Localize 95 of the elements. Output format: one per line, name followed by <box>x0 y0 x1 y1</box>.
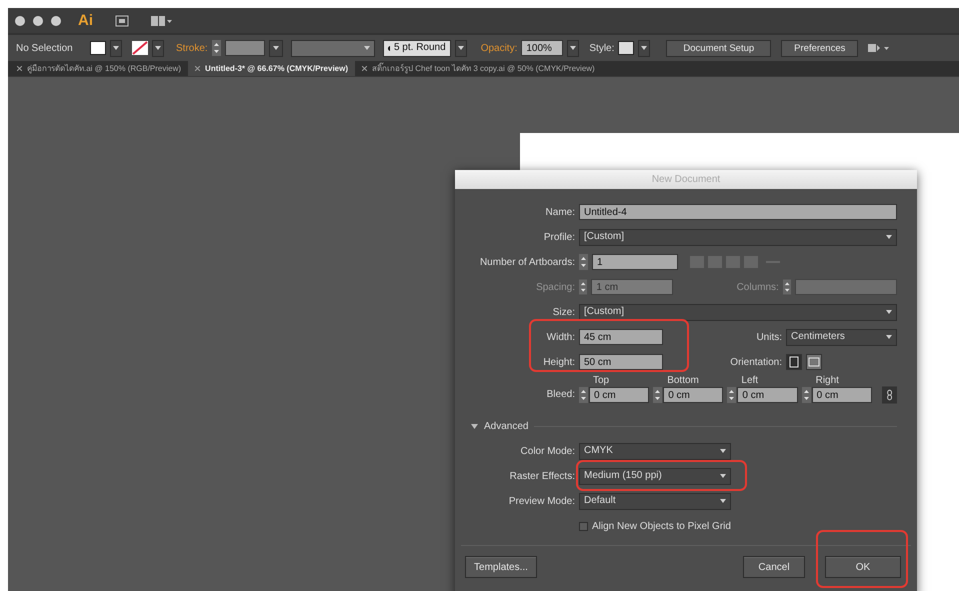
spacing-label: Spacing: <box>535 282 575 292</box>
orientation-label: Orientation: <box>729 356 782 368</box>
bleed-side-label: Top <box>592 375 610 386</box>
bleed-field[interactable]: 0 cm <box>663 387 724 403</box>
stroke-label[interactable]: Stroke: <box>176 42 208 54</box>
templates-button[interactable]: Templates... <box>465 556 537 578</box>
align-grid-label: Align New Objects to Pixel Grid <box>592 520 731 532</box>
spinner-icon[interactable] <box>653 387 662 403</box>
select-dropdown[interactable]: CMYK <box>579 442 731 460</box>
caret-icon <box>720 474 726 478</box>
app-logo: Ai <box>78 12 93 29</box>
close-icon[interactable] <box>362 66 367 71</box>
caret-icon <box>886 310 892 314</box>
window-controls-icon[interactable] <box>14 14 64 26</box>
arrange-icon[interactable] <box>868 42 890 54</box>
size-dropdown[interactable]: [Custom] <box>579 304 897 320</box>
document-tab[interactable]: สติ๊กเกอร์รูป Chef toon ไดคัท 3 copy.ai @ 50% (CMYK/Preview) <box>355 61 602 76</box>
width-field[interactable]: 45 cm <box>579 329 663 345</box>
fill-swatch[interactable] <box>90 41 106 55</box>
select-label: Raster Effects: <box>508 470 575 482</box>
spinner-icon[interactable] <box>802 387 811 403</box>
landscape-icon[interactable] <box>806 354 822 370</box>
spinner-icon[interactable] <box>579 279 588 295</box>
size-label: Size: <box>552 306 575 318</box>
spacing-field: 1 cm <box>591 279 673 295</box>
link-icon[interactable] <box>882 386 897 404</box>
select-label: Color Mode: <box>520 446 575 456</box>
caret-icon <box>364 46 370 50</box>
caret-icon <box>720 449 726 453</box>
name-field[interactable]: Untitled-4 <box>579 204 897 220</box>
style-swatch[interactable] <box>618 41 634 55</box>
portrait-icon[interactable] <box>786 354 802 370</box>
width-label: Width: <box>546 332 575 342</box>
height-label: Height: <box>542 356 575 368</box>
bleed-field[interactable]: 0 cm <box>737 387 798 403</box>
preferences-button[interactable]: Preferences <box>781 40 858 56</box>
spinner-icon[interactable] <box>727 387 736 403</box>
stroke-swatch[interactable] <box>132 41 148 55</box>
style-label: Style: <box>589 42 614 54</box>
profile-dropdown[interactable]: [Custom] <box>579 228 897 246</box>
select-label: Preview Mode: <box>508 496 575 506</box>
spinner-icon[interactable] <box>782 279 792 295</box>
bleed-side-label: Left <box>740 375 760 386</box>
selection-label: No Selection <box>16 42 74 54</box>
disclosure-triangle-icon[interactable] <box>471 424 478 428</box>
height-field[interactable]: 50 cm <box>579 354 663 370</box>
spinner-icon[interactable] <box>212 40 221 56</box>
stroke-weight-dropdown[interactable] <box>268 40 283 56</box>
fill-dropdown[interactable] <box>110 40 122 56</box>
caret-icon <box>886 235 892 239</box>
advanced-toggle[interactable]: Advanced <box>484 420 528 432</box>
cancel-button[interactable]: Cancel <box>743 556 805 578</box>
bleed-side-label: Bottom <box>666 375 700 386</box>
units-dropdown[interactable]: Centimeters <box>786 328 897 346</box>
caret-icon <box>570 46 576 50</box>
artboards-field[interactable]: 1 <box>592 254 678 270</box>
select-dropdown[interactable]: Default <box>579 492 731 510</box>
bleed-field[interactable]: 0 cm <box>589 387 650 403</box>
close-icon[interactable] <box>195 66 200 71</box>
ok-button[interactable]: OK <box>825 556 901 578</box>
arrange-documents-icon[interactable] <box>151 14 173 26</box>
name-label: Name: <box>544 206 575 218</box>
opacity-dropdown[interactable] <box>567 40 580 56</box>
caret-icon <box>155 46 161 50</box>
document-tab[interactable]: Untitled-3* @ 66.67% (CMYK/Preview) <box>188 61 355 76</box>
spinner-icon[interactable] <box>579 254 588 270</box>
bleed-side-label: Right <box>814 375 840 386</box>
close-icon[interactable] <box>17 66 22 71</box>
document-setup-button[interactable]: Document Setup <box>666 40 772 56</box>
caret-icon <box>458 46 464 50</box>
bleed-label: Bleed: <box>546 388 575 402</box>
brush-dropdown[interactable]: 5 pt. Round <box>382 40 451 56</box>
caret-icon <box>113 46 119 50</box>
style-dropdown[interactable] <box>638 40 650 56</box>
bleed-field[interactable]: 0 cm <box>812 387 872 403</box>
stroke-weight-field[interactable] <box>224 40 265 56</box>
caret-icon <box>720 499 726 503</box>
units-label: Units: <box>755 332 782 342</box>
variable-width-dropdown[interactable] <box>290 40 375 56</box>
profile-label: Profile: <box>542 232 575 242</box>
columns-label: Columns: <box>736 282 779 292</box>
spinner-icon[interactable] <box>579 387 588 403</box>
brush-caret[interactable] <box>454 40 467 56</box>
document-tab[interactable]: คู่มือการตัดไดคัท.ai @ 150% (RGB/Preview) <box>10 61 188 76</box>
caret-icon <box>272 46 279 50</box>
opacity-label[interactable]: Opacity: <box>480 42 518 54</box>
bridge-icon[interactable] <box>115 14 129 26</box>
stroke-dropdown[interactable] <box>152 40 164 56</box>
select-dropdown[interactable]: Medium (150 ppi) <box>579 468 731 484</box>
align-checkbox[interactable] <box>579 522 588 530</box>
caret-icon <box>641 46 648 50</box>
opacity-field[interactable]: 100% <box>521 40 564 56</box>
artboards-label: Number of Artboards: <box>478 256 575 268</box>
dialog-title: New Document <box>455 170 917 189</box>
caret-icon <box>886 335 892 339</box>
